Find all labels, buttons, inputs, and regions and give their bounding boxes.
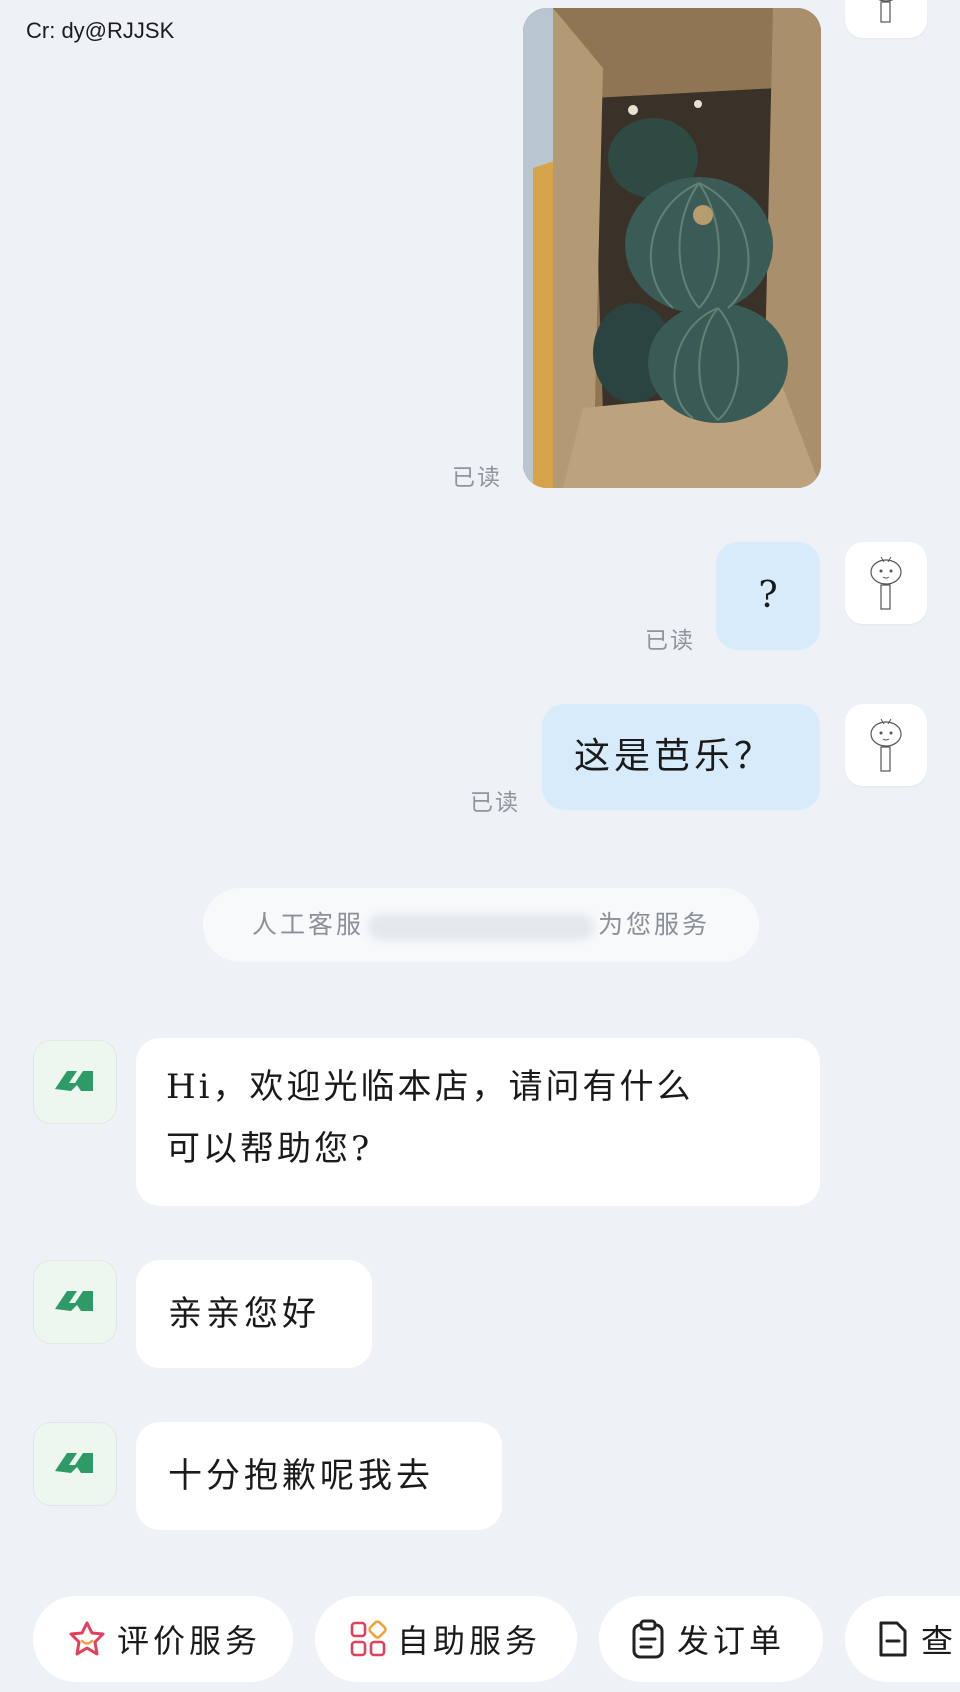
message-text: ?: [758, 575, 778, 616]
message-text: 这是芭乐？: [574, 736, 775, 777]
agent-join-notice: 人工客服 为您服务: [203, 888, 759, 962]
message-text-line: Hi，欢迎光临本店，请问有什么: [166, 1067, 694, 1107]
quick-action-bar: 评价服务 自助服务 发订单 查: [0, 1596, 960, 1682]
blurred-agent-name: [368, 913, 594, 940]
rate-service-label: 评价服务: [117, 1622, 262, 1660]
shop-logo-icon: [55, 1071, 93, 1091]
incoming-message-bubble[interactable]: 亲亲您好: [136, 1260, 372, 1368]
image-message[interactable]: [523, 8, 821, 488]
shop-avatar[interactable]: [33, 1422, 117, 1506]
user-avatar[interactable]: [845, 0, 927, 38]
message-text: 亲亲您好: [168, 1294, 320, 1334]
shop-avatar[interactable]: [33, 1040, 117, 1124]
read-receipt: 已读: [452, 465, 502, 491]
send-order-button[interactable]: 发订单: [599, 1596, 823, 1682]
query-button[interactable]: 查: [845, 1596, 960, 1682]
clipboard-icon: [632, 1619, 664, 1659]
shop-logo-icon: [55, 1453, 93, 1473]
outgoing-message-bubble[interactable]: 这是芭乐？: [542, 704, 820, 810]
user-avatar[interactable]: [845, 542, 927, 624]
message-text-line: 可以帮助您?: [166, 1129, 373, 1169]
read-receipt: 已读: [645, 628, 695, 654]
grid-icon: [350, 1620, 387, 1657]
star-flower-icon: [69, 1621, 105, 1656]
user-avatar[interactable]: [845, 704, 927, 786]
bear-doodle-icon: [878, 0, 894, 23]
document-icon: [879, 1621, 907, 1657]
shop-avatar[interactable]: [33, 1260, 117, 1344]
self-service-button[interactable]: 自助服务: [315, 1596, 577, 1682]
outgoing-message-bubble[interactable]: ?: [716, 542, 820, 650]
rate-service-button[interactable]: 评价服务: [33, 1596, 293, 1682]
incoming-message-bubble[interactable]: 十分抱歉呢我去: [136, 1422, 502, 1530]
send-order-label: 发订单: [677, 1622, 786, 1660]
notice-prefix: 人工客服: [251, 910, 364, 939]
bear-doodle-icon: [870, 556, 902, 610]
notice-suffix: 为您服务: [598, 910, 711, 939]
incoming-message-bubble[interactable]: Hi，欢迎光临本店，请问有什么 可以帮助您?: [136, 1038, 820, 1206]
self-service-label: 自助服务: [397, 1622, 542, 1660]
watermark-credit: Cr: dy@RJJSK: [26, 18, 175, 43]
shop-logo-icon: [55, 1291, 93, 1311]
pumpkins-in-box-photo: [523, 8, 821, 488]
query-label: 查: [921, 1622, 954, 1660]
read-receipt: 已读: [470, 790, 520, 816]
bear-doodle-icon: [870, 718, 902, 772]
message-text: 十分抱歉呢我去: [168, 1456, 434, 1496]
